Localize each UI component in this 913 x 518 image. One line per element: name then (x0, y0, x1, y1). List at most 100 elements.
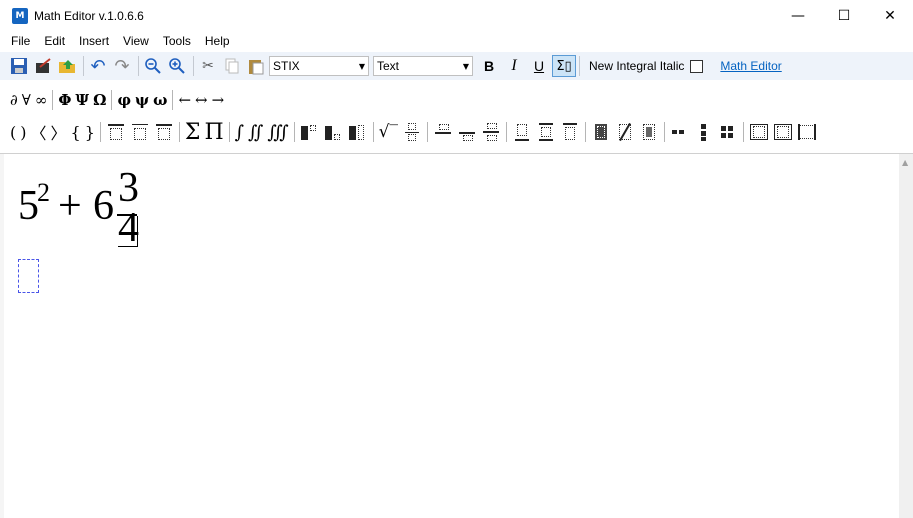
under-bar-template[interactable] (511, 122, 533, 142)
equation-whole-number[interactable]: 6 (93, 182, 114, 230)
cut-button[interactable]: ✂ (197, 55, 219, 77)
style-combo[interactable]: Text ▼ (373, 56, 473, 76)
fraction-denominator[interactable]: 4 (118, 204, 139, 252)
capital-phi-symbol[interactable]: Φ (56, 91, 73, 109)
capital-omega-symbol[interactable]: Ω (91, 91, 108, 109)
strike-template[interactable] (614, 122, 636, 142)
matrix-2x2-template[interactable] (717, 122, 739, 142)
zoom-in-button[interactable] (166, 55, 188, 77)
symbol-separator (743, 122, 744, 142)
partial-symbol[interactable]: ∂ (8, 91, 20, 109)
template-box-icon (777, 126, 789, 138)
menu-tools[interactable]: Tools (156, 31, 198, 51)
over-under-bar-template[interactable] (535, 122, 557, 142)
left-right-arrow-symbol[interactable]: ↔ (193, 91, 210, 109)
over-bar-template[interactable] (559, 122, 581, 142)
menu-insert[interactable]: Insert (72, 31, 116, 51)
template-bar-icon (155, 124, 172, 126)
arrow-over-left-template[interactable] (105, 122, 127, 142)
copy-icon (225, 58, 239, 74)
brace-open-template[interactable]: { (69, 123, 83, 142)
double-integral-template[interactable]: ∬ (246, 122, 265, 143)
zoom-out-button[interactable] (142, 55, 164, 77)
menu-file[interactable]: File (4, 31, 37, 51)
window-controls: — ☐ ✕ (775, 0, 913, 31)
row-2-matrix-template[interactable] (669, 122, 691, 142)
cancel-template[interactable] (638, 122, 660, 142)
integral-template[interactable]: ∫ (233, 122, 246, 143)
template-block-icon (721, 133, 726, 138)
minimize-button[interactable]: — (775, 0, 821, 31)
paste-button[interactable] (245, 55, 267, 77)
open-button[interactable] (56, 55, 78, 77)
left-arrow-symbol[interactable]: ← (176, 91, 193, 109)
menu-help[interactable]: Help (198, 31, 237, 51)
box-template[interactable] (590, 122, 612, 142)
template-box-icon (597, 126, 605, 138)
bar-over-template[interactable] (129, 122, 151, 142)
menu-edit[interactable]: Edit (37, 31, 72, 51)
arrow-over-right-template[interactable] (153, 122, 175, 142)
export-button[interactable] (32, 55, 54, 77)
equation-exponent[interactable]: 2 (37, 178, 50, 208)
math-mode-toggle[interactable]: Σ▯ (552, 55, 576, 77)
template-box-icon (133, 128, 146, 140)
template-block-icon (679, 130, 684, 134)
boxed-2-template[interactable] (772, 122, 794, 142)
integral-italic-label: New Integral Italic (589, 59, 685, 73)
maximize-button[interactable]: ☐ (821, 0, 867, 31)
triple-integral-template[interactable]: ∭ (265, 122, 290, 143)
save-button[interactable] (8, 55, 30, 77)
angle-close-template[interactable]: 〉 (49, 120, 69, 144)
equation-base[interactable]: 5 (18, 182, 39, 230)
vertical-scrollbar[interactable]: ▲ (899, 154, 913, 518)
subscript-template[interactable] (299, 122, 321, 142)
paren-close-template[interactable]: ) (18, 123, 28, 142)
sub-superscript-template[interactable] (323, 122, 345, 142)
template-box-icon (157, 128, 170, 140)
integral-italic-checkbox[interactable] (690, 59, 704, 73)
left-arrow-label-template[interactable] (432, 122, 454, 142)
product-template[interactable]: Π (202, 120, 225, 145)
omega-symbol[interactable]: ω (151, 91, 169, 109)
right-arrow-symbol[interactable]: → (210, 91, 227, 109)
fraction-template[interactable] (401, 122, 423, 142)
template-bar-icon (435, 132, 451, 134)
maximize-icon: ☐ (837, 7, 851, 24)
template-box-icon (541, 127, 551, 137)
sum-template[interactable]: Σ (183, 120, 203, 145)
underline-button[interactable]: U (527, 55, 551, 77)
symbol-separator (99, 122, 101, 142)
redo-button[interactable]: ↷ (111, 55, 133, 77)
psi-symbol[interactable]: ψ (133, 91, 151, 109)
template-bar-icon (405, 132, 419, 133)
italic-button[interactable]: I (502, 55, 526, 77)
font-combo[interactable]: STIX ▼ (269, 56, 369, 76)
scroll-up-icon[interactable]: ▲ (902, 158, 908, 167)
bold-button[interactable]: B (477, 55, 501, 77)
copy-button[interactable] (221, 55, 243, 77)
math-editor-link[interactable]: Math Editor (720, 59, 781, 73)
boxed-1-template[interactable] (748, 122, 770, 142)
angle-open-template[interactable]: 〈 (29, 120, 49, 144)
infinity-symbol[interactable]: ∞ (33, 91, 50, 109)
template-block-icon (701, 137, 706, 141)
capital-psi-symbol[interactable]: Ψ (73, 91, 91, 109)
empty-placeholder-box[interactable] (18, 259, 39, 293)
phi-symbol[interactable]: φ (115, 91, 133, 109)
superscript-template[interactable] (347, 122, 369, 142)
sqrt-template[interactable]: √‾ (377, 122, 400, 142)
undo-button[interactable]: ↶ (87, 55, 109, 77)
column-2-matrix-template[interactable] (693, 122, 715, 142)
left-arrow-under-template[interactable] (456, 122, 478, 142)
template-bar-icon (459, 132, 475, 134)
brace-close-template[interactable]: } (83, 123, 97, 142)
close-button[interactable]: ✕ (867, 0, 913, 31)
menu-view[interactable]: View (116, 31, 156, 51)
equation-plus[interactable]: + (58, 182, 82, 230)
forall-symbol[interactable]: ∀ (20, 91, 33, 109)
paren-open-template[interactable]: ( (8, 123, 18, 142)
left-arrow-both-template[interactable] (480, 122, 502, 142)
boxed-3-template[interactable] (796, 122, 818, 142)
template-box-icon (439, 124, 449, 130)
